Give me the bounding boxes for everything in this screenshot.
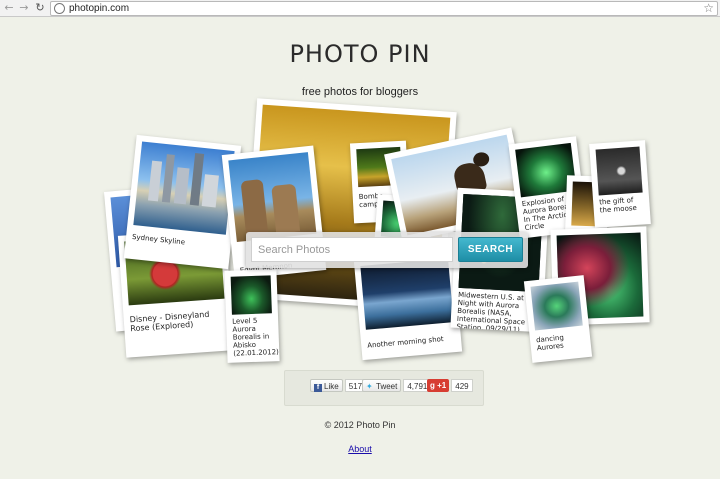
social-share-bar: f Like 517 ✦ Tweet 4,791 g +1 429 [284, 370, 484, 406]
about-link[interactable]: About [348, 444, 372, 454]
photo-image [230, 275, 272, 315]
search-button[interactable]: SEARCH [458, 237, 523, 262]
browser-toolbar: ← → ↻ photopin.com ☆ [0, 0, 720, 17]
photo-card-morning-shot[interactable]: Another morning shot [353, 251, 463, 361]
address-bar[interactable]: photopin.com ☆ [50, 1, 718, 16]
search-bar: SEARCH [246, 232, 528, 268]
twitter-bird-icon: ✦ [366, 382, 373, 391]
site-tagline: free photos for bloggers [301, 86, 419, 98]
photo-card-dancing-aurores[interactable]: dancing Aurores [523, 275, 593, 363]
forward-arrow-icon[interactable]: → [18, 2, 30, 14]
reload-icon[interactable]: ↻ [34, 2, 46, 14]
address-url[interactable]: photopin.com [69, 3, 129, 15]
google-plus-button[interactable]: g +1 [427, 379, 450, 392]
photo-image [530, 281, 583, 331]
photo-card-moose[interactable]: the gift of the moose [589, 140, 651, 228]
photo-caption: Disney - Disneyland Rose (Explored) [129, 309, 210, 334]
facebook-icon: f [314, 384, 322, 392]
site-title: PHOTO PIN [289, 40, 431, 68]
photo-image [360, 258, 454, 330]
photo-image [133, 141, 235, 235]
tweet-button[interactable]: ✦ Tweet [362, 379, 402, 392]
photo-caption: Sydney Skyline [131, 232, 186, 247]
google-plus-count: 429 [451, 379, 473, 392]
photo-caption: Another morning shot [366, 335, 444, 350]
globe-icon [54, 3, 65, 14]
photo-image [595, 146, 643, 196]
photo-card-aurora-abisko[interactable]: Level 5 Aurora Borealis in Abisko (22.01… [224, 269, 280, 363]
twitter-tweet: ✦ Tweet 4,791 [362, 379, 432, 392]
back-arrow-icon[interactable]: ← [3, 2, 15, 14]
search-input[interactable] [251, 237, 453, 262]
photo-image [228, 152, 317, 243]
photo-caption: Level 5 Aurora Borealis in Abisko (22.01… [232, 316, 279, 358]
bookmark-star-icon[interactable]: ☆ [703, 1, 714, 15]
facebook-like-button[interactable]: f Like [310, 379, 343, 392]
google-plus-icon: g [430, 381, 435, 390]
facebook-like: f Like 517 [310, 379, 367, 392]
google-plus-one: g +1 429 [427, 379, 473, 392]
photo-caption: dancing Aurores [535, 333, 565, 353]
photo-caption: the gift of the moose [598, 196, 638, 215]
copyright-text: © 2012 Photo Pin [324, 420, 396, 430]
